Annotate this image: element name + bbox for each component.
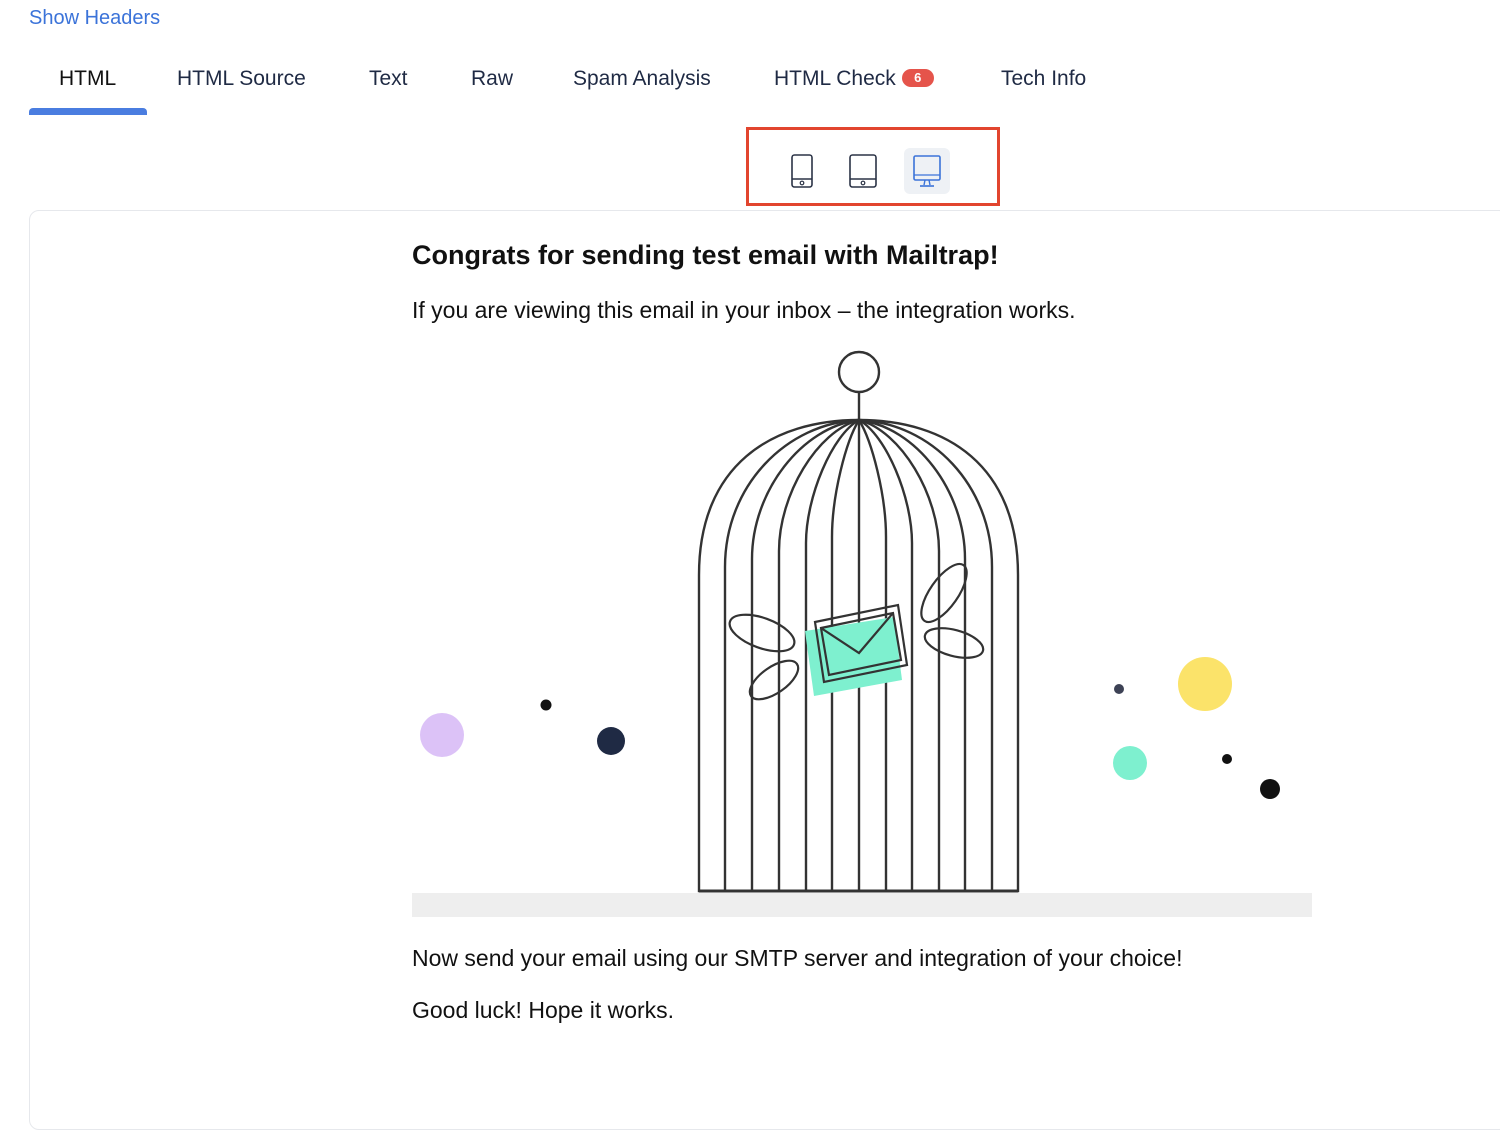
- email-heading: Congrats for sending test email with Mai…: [412, 240, 999, 270]
- tab-spam-analysis[interactable]: Spam Analysis: [573, 58, 711, 116]
- birdcage-illustration: [412, 350, 1312, 917]
- confetti-dot: [420, 713, 464, 757]
- email-intro-text: If you are viewing this email in your in…: [412, 297, 1076, 323]
- active-tab-indicator: [29, 108, 147, 115]
- confetti-dot: [1222, 754, 1232, 764]
- confetti-dot: [1114, 684, 1124, 694]
- tab-tech-info[interactable]: Tech Info: [1001, 58, 1086, 116]
- tab-raw[interactable]: Raw: [471, 58, 513, 116]
- confetti-dot: [1260, 779, 1280, 799]
- cage-outline: [697, 350, 1020, 893]
- tab-html-check[interactable]: HTML Check 6: [774, 58, 934, 116]
- device-preview-toggle: [746, 127, 1000, 206]
- confetti-dot: [1178, 657, 1232, 711]
- tab-text[interactable]: Text: [369, 58, 408, 116]
- desktop-icon: [913, 155, 941, 187]
- tab-html-check-label: HTML Check: [774, 67, 896, 90]
- email-body-text: Now send your email using our SMTP serve…: [412, 945, 1183, 971]
- mobile-view-button[interactable]: [779, 148, 825, 194]
- tablet-view-button[interactable]: [840, 148, 886, 194]
- tablet-icon: [849, 154, 877, 188]
- phone-icon: [791, 154, 813, 188]
- email-signoff-text: Good luck! Hope it works.: [412, 997, 675, 1023]
- html-check-count-badge: 6: [901, 69, 934, 87]
- show-headers-link[interactable]: Show Headers: [29, 7, 160, 30]
- ground-shadow: [412, 893, 1312, 917]
- confetti-dot: [597, 727, 625, 755]
- tab-html-source[interactable]: HTML Source: [177, 58, 306, 116]
- flying-envelope: [728, 562, 985, 701]
- tab-bar: HTML HTML Source Text Raw Spam Analysis …: [0, 58, 1500, 118]
- confetti-dot: [1113, 746, 1147, 780]
- confetti-dot: [540, 699, 552, 711]
- desktop-view-button[interactable]: [904, 148, 950, 194]
